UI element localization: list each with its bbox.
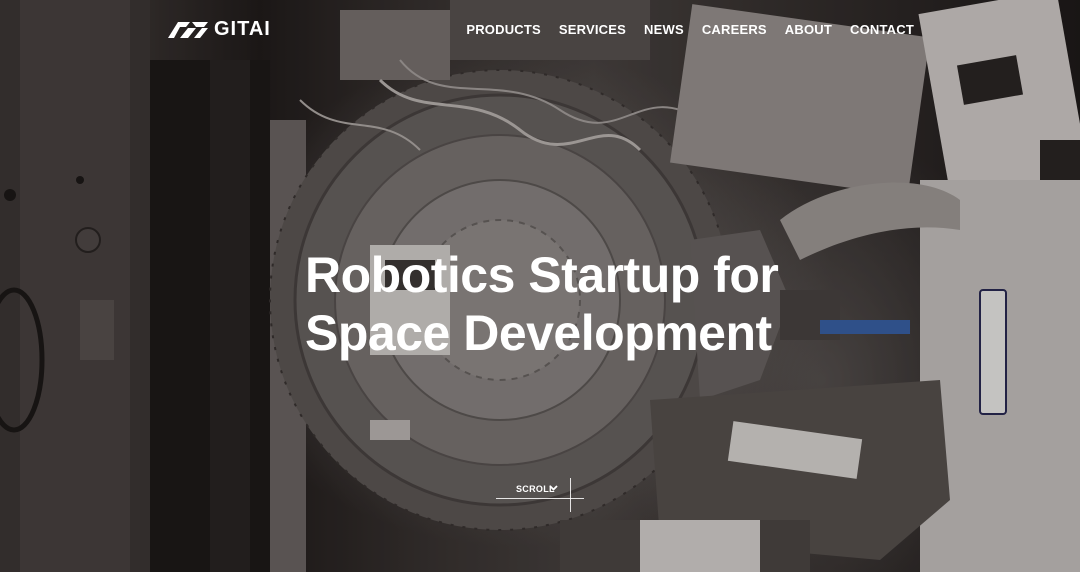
- nav-item-about[interactable]: ABOUT: [785, 22, 832, 38]
- nav-item-careers[interactable]: CAREERS: [702, 22, 767, 38]
- scroll-button[interactable]: SCROLL: [496, 478, 584, 512]
- gitai-logo-link[interactable]: GITAI: [166, 18, 271, 40]
- main-nav: PRODUCTS SERVICES NEWS CAREERS ABOUT CON…: [466, 22, 914, 38]
- scroll-vertical-line: [570, 478, 571, 512]
- nav-item-services[interactable]: SERVICES: [559, 22, 626, 38]
- hero-headline-line-2: Space Development: [305, 305, 772, 361]
- brand-name: GITAI: [214, 18, 271, 40]
- gitai-logo-mark-icon: [168, 22, 208, 38]
- hero-headline: Robotics Startup for Space Development: [305, 246, 825, 362]
- hero-headline-line-1: Robotics Startup for: [305, 247, 779, 303]
- nav-item-news[interactable]: NEWS: [644, 22, 684, 38]
- nav-item-products[interactable]: PRODUCTS: [466, 22, 541, 38]
- hero-section: GITAI PRODUCTS SERVICES NEWS CAREERS ABO…: [0, 0, 1080, 572]
- nav-item-contact[interactable]: CONTACT: [850, 22, 914, 38]
- chevron-down-icon: [549, 485, 558, 491]
- site-header: GITAI PRODUCTS SERVICES NEWS CAREERS ABO…: [0, 0, 1080, 62]
